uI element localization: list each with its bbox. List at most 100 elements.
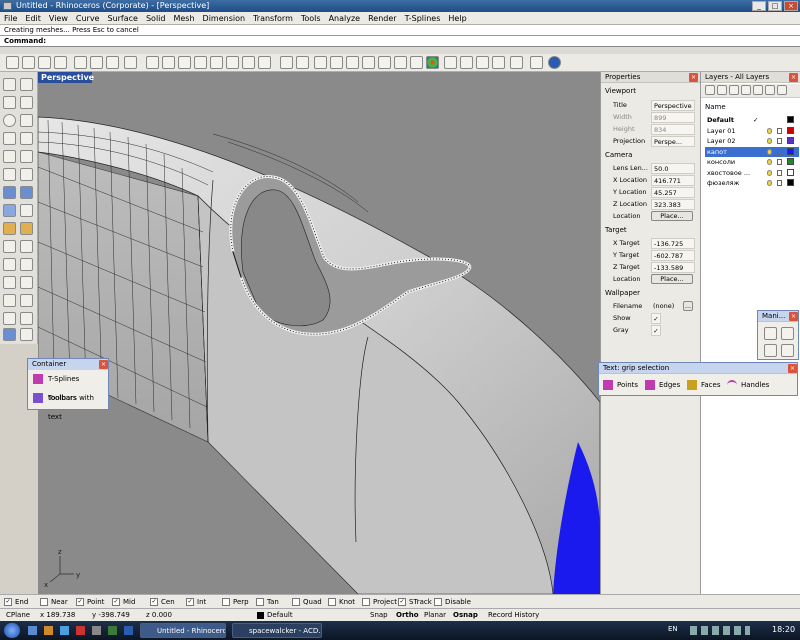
lock-icon[interactable] bbox=[777, 148, 782, 155]
osnap-checkbox[interactable] bbox=[222, 598, 230, 606]
viewport-layout-icon[interactable] bbox=[242, 56, 255, 69]
visibility-bulb-icon[interactable] bbox=[767, 169, 772, 176]
layer-row[interactable]: консоли bbox=[705, 157, 799, 167]
gray-checkbox[interactable]: ✓ bbox=[651, 325, 661, 336]
point-icon[interactable] bbox=[20, 78, 33, 91]
manipulator-reset-icon[interactable] bbox=[781, 344, 794, 357]
x-location-input[interactable]: 416.771 bbox=[651, 175, 695, 186]
properties-close-icon[interactable]: × bbox=[689, 73, 698, 82]
grip-points-button[interactable]: Points bbox=[603, 378, 647, 392]
surface-corner-icon[interactable] bbox=[20, 204, 33, 217]
environment-icon[interactable] bbox=[476, 56, 489, 69]
osnap-checkbox[interactable] bbox=[292, 598, 300, 606]
y-target-input[interactable]: -602.787 bbox=[651, 250, 695, 261]
x-target-input[interactable]: -136.725 bbox=[651, 238, 695, 249]
manipulator-move-icon[interactable] bbox=[764, 327, 777, 340]
measure-icon[interactable] bbox=[20, 328, 33, 341]
z-location-input[interactable]: 323.383 bbox=[651, 199, 695, 210]
open-icon[interactable] bbox=[22, 56, 35, 69]
rectangle-icon[interactable] bbox=[20, 132, 33, 145]
osnap-checkbox[interactable]: ✓ bbox=[112, 598, 120, 606]
menu-dimension[interactable]: Dimension bbox=[199, 12, 250, 25]
osnap-quad[interactable]: Quad bbox=[292, 597, 326, 607]
layer-tools-icon[interactable] bbox=[777, 85, 787, 95]
ellipse-icon[interactable] bbox=[20, 114, 33, 127]
quicklaunch-icon[interactable] bbox=[44, 626, 53, 635]
options-gear-icon[interactable] bbox=[510, 56, 523, 69]
lock-icon[interactable] bbox=[777, 127, 782, 134]
layer-row[interactable]: фюзеляж bbox=[705, 178, 799, 188]
menu-view[interactable]: View bbox=[45, 12, 72, 25]
perspective-viewport[interactable]: z y x bbox=[38, 72, 600, 594]
analyze-icon[interactable] bbox=[3, 258, 16, 271]
menu-mesh[interactable]: Mesh bbox=[169, 12, 198, 25]
container-close-icon[interactable]: × bbox=[99, 360, 108, 369]
layer-color-swatch[interactable] bbox=[787, 137, 794, 144]
projection-select[interactable]: Perspe... bbox=[651, 136, 695, 147]
visibility-bulb-icon[interactable] bbox=[767, 148, 772, 155]
grip-faces-button[interactable]: Faces bbox=[687, 378, 729, 392]
control-curve-icon[interactable] bbox=[20, 96, 33, 109]
viewport-title-tab[interactable]: Perspective bbox=[38, 72, 94, 83]
group-icon[interactable] bbox=[20, 312, 33, 325]
filter-icon[interactable] bbox=[765, 85, 775, 95]
grip-edges-button[interactable]: Edges bbox=[645, 378, 687, 392]
visibility-bulb-icon[interactable] bbox=[767, 138, 772, 144]
shade-icon[interactable] bbox=[280, 56, 293, 69]
print-icon[interactable] bbox=[54, 56, 67, 69]
layer-color-swatch[interactable] bbox=[787, 126, 794, 134]
start-button[interactable] bbox=[4, 623, 20, 638]
dimension-icon[interactable] bbox=[20, 258, 33, 271]
osnap-project[interactable]: Project bbox=[362, 597, 397, 607]
tools-icon[interactable] bbox=[530, 56, 543, 69]
text-tool-icon[interactable] bbox=[3, 294, 16, 307]
menu-surface[interactable]: Surface bbox=[103, 12, 141, 25]
object-properties-icon[interactable] bbox=[410, 56, 423, 69]
quicklaunch-icon[interactable] bbox=[60, 626, 69, 635]
light-icon[interactable] bbox=[362, 56, 375, 69]
quicklaunch-icon[interactable] bbox=[76, 626, 85, 635]
prop-title-value[interactable]: Perspective bbox=[651, 100, 695, 111]
extrude-icon[interactable] bbox=[3, 240, 16, 253]
container-item-text-toolbars[interactable]: Toolbars with text bbox=[28, 389, 108, 421]
offset-curve-icon[interactable] bbox=[20, 168, 33, 181]
lock-icon[interactable] bbox=[330, 56, 343, 69]
menu-transform[interactable]: Transform bbox=[249, 12, 297, 25]
arc-icon[interactable] bbox=[3, 132, 16, 145]
solid-tools-icon[interactable] bbox=[3, 328, 16, 341]
properties-icon[interactable] bbox=[378, 56, 391, 69]
minimize-button[interactable]: _ bbox=[752, 1, 766, 11]
layer-color-swatch[interactable] bbox=[787, 116, 794, 123]
task-acdsee[interactable]: spacewalcker - ACD... bbox=[232, 623, 322, 638]
osnap-end[interactable]: ✓ End bbox=[4, 597, 38, 607]
delete-layer-icon[interactable] bbox=[729, 85, 739, 95]
polyline-icon[interactable] bbox=[3, 96, 16, 109]
zoom-selected-icon[interactable] bbox=[226, 56, 239, 69]
language-indicator[interactable]: EN bbox=[668, 625, 678, 633]
scale-icon[interactable] bbox=[20, 276, 33, 289]
osnap-checkbox[interactable]: ✓ bbox=[398, 598, 406, 606]
osnap-checkbox[interactable] bbox=[328, 598, 336, 606]
task-rhino[interactable]: Untitled - Rhinoceros ... bbox=[140, 623, 226, 638]
osnap-checkbox[interactable] bbox=[362, 598, 370, 606]
undo-icon[interactable] bbox=[124, 56, 137, 69]
cut-icon[interactable] bbox=[74, 56, 87, 69]
osnap-tan[interactable]: Tan bbox=[256, 597, 290, 607]
select-icon[interactable] bbox=[314, 56, 327, 69]
osnap-strack[interactable]: ✓ STrack bbox=[398, 597, 432, 607]
polygon-icon[interactable] bbox=[3, 150, 16, 163]
layer-row[interactable]: Default ✓ bbox=[705, 115, 799, 125]
command-input[interactable]: Command: bbox=[0, 36, 800, 47]
new-icon[interactable] bbox=[6, 56, 19, 69]
quicklaunch-icon[interactable] bbox=[124, 626, 133, 635]
lock-icon[interactable] bbox=[777, 138, 782, 144]
osnap-checkbox[interactable] bbox=[256, 598, 264, 606]
move-down-icon[interactable] bbox=[753, 85, 763, 95]
z-target-input[interactable]: -133.589 bbox=[651, 262, 695, 273]
osnap-point[interactable]: ✓ Point bbox=[76, 597, 110, 607]
boolean-icon[interactable] bbox=[20, 222, 33, 235]
lens-length-input[interactable]: 50.0 bbox=[651, 163, 695, 174]
visibility-bulb-icon[interactable] bbox=[767, 180, 772, 186]
visibility-bulb-icon[interactable] bbox=[767, 159, 772, 165]
lock-icon[interactable] bbox=[777, 159, 782, 165]
